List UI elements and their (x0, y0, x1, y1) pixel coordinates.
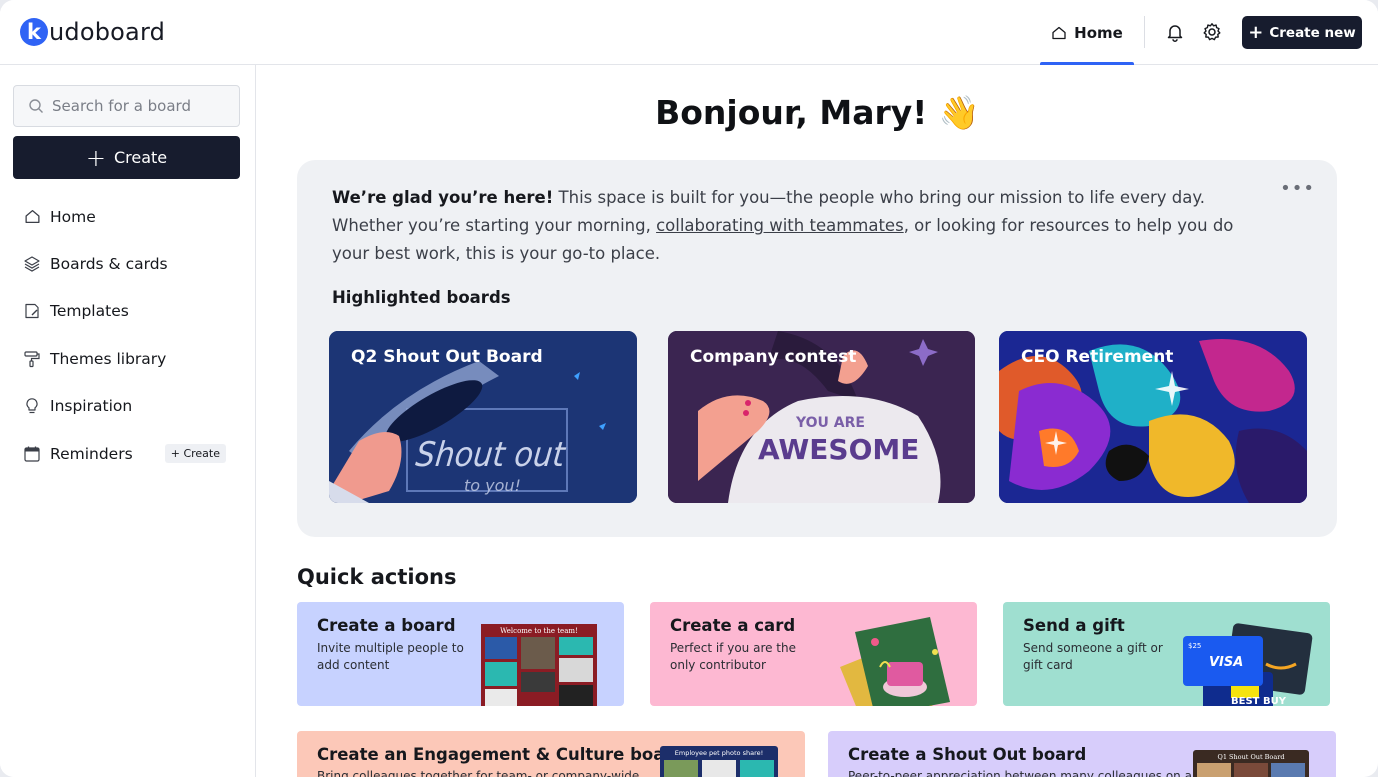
gear-icon (1203, 23, 1221, 41)
sidebar-create-label: Create (113, 148, 168, 167)
card-preview-art (840, 617, 950, 706)
lightbulb-icon (23, 397, 41, 415)
action-description: Perfect if you are the only contributor (670, 641, 796, 672)
create-card-action[interactable]: Create a card Perfect if you are the onl… (650, 602, 977, 706)
sidebar-item-boards-cards[interactable]: Boards & cards (13, 240, 240, 287)
house-icon (1052, 26, 1066, 39)
board-card-q2-shout-out[interactable]: Shout out to you! Q2 Shout Out Board (329, 331, 637, 503)
action-description: Peer-to-peer appreciation between many c… (848, 769, 1192, 777)
house-icon (23, 208, 41, 226)
divider (1144, 16, 1145, 48)
board-art-text: Shout out (414, 435, 568, 475)
board-art-subtext: YOU ARE (795, 415, 865, 431)
action-title: Create a card (670, 616, 796, 635)
sidebar-item-home[interactable]: Home (13, 193, 240, 240)
board-art-text: AWESOME (758, 433, 919, 466)
board-title: CEO Retirement (1021, 347, 1174, 367)
top-nav-home[interactable]: Home (1040, 0, 1134, 65)
action-description: Invite multiple people to add content (317, 641, 464, 672)
reminders-create-button[interactable]: + Create (164, 443, 226, 463)
kudoboard-logo[interactable]: k udoboard (20, 17, 165, 47)
highlighted-boards-title: Highlighted boards (332, 288, 511, 307)
page-title: Bonjour, Mary! 👋 (655, 93, 980, 132)
sidebar-item-reminders[interactable]: Reminders + Create (13, 430, 240, 477)
board-preview-caption: Welcome to the team! (500, 627, 578, 635)
search-box[interactable] (13, 85, 240, 127)
sidebar-item-templates[interactable]: Templates (13, 288, 240, 335)
board-preview-caption: Q1 Shout Out Board (1218, 753, 1285, 761)
board-title: Q2 Shout Out Board (351, 347, 543, 367)
gift-brand-label: BEST BUY (1231, 696, 1287, 706)
welcome-text: We’re glad you’re here! This space is bu… (332, 184, 1252, 268)
gift-cards-art: BEST BUY VISA $25 (1183, 623, 1313, 706)
action-title: Create a Shout Out board (848, 745, 1087, 764)
logo-badge: k (20, 18, 48, 46)
action-description: Send someone a gift or gift card (1023, 641, 1163, 672)
collaborating-link[interactable]: collaborating with teammates (656, 216, 904, 235)
bell-icon (1167, 25, 1183, 42)
sidebar-create-button[interactable]: + Create (13, 136, 240, 179)
board-preview-caption: Employee pet photo share! (675, 749, 763, 757)
quick-actions-title: Quick actions (297, 565, 457, 589)
search-input[interactable] (52, 97, 222, 115)
sidebar-item-label: Boards & cards (50, 255, 168, 274)
settings-button[interactable] (1200, 20, 1224, 44)
send-gift-action[interactable]: Send a gift Send someone a gift or gift … (1003, 602, 1330, 706)
action-title: Create an Engagement & Culture board (317, 745, 685, 764)
plus-icon: + (85, 143, 106, 172)
action-title: Create a board (317, 616, 456, 635)
sidebar-item-label: Templates (50, 302, 129, 321)
create-board-action[interactable]: Create a board Invite multiple people to… (297, 602, 624, 706)
sidebar-item-label: Inspiration (50, 397, 133, 416)
top-bar: k udoboard Home + Create new (0, 0, 1378, 65)
more-options-button[interactable]: ••• (1280, 178, 1315, 199)
action-description: Bring colleagues together for team- or c… (317, 769, 640, 777)
sidebar-item-label: Reminders (50, 444, 133, 463)
sidebar-item-inspiration[interactable]: Inspiration (13, 383, 240, 430)
sidebar-item-label: Themes library (50, 349, 167, 368)
create-new-label: Create new (1269, 24, 1356, 41)
sidebar-nav: Home Boards & cards Templates Themes lib… (13, 193, 240, 477)
main-content: Bonjour, Mary! 👋 ••• We’re glad you’re h… (257, 65, 1378, 777)
notifications-button[interactable] (1163, 20, 1187, 44)
board-art-subtext: to you! (464, 476, 521, 495)
create-engagement-board-action[interactable]: Create an Engagement & Culture board Bri… (297, 731, 805, 777)
action-title: Send a gift (1023, 616, 1125, 635)
board-card-ceo-retirement[interactable]: CEO Retirement (999, 331, 1307, 503)
app-window: k udoboard Home + Create new + Create (0, 0, 1378, 777)
paint-roller-icon (23, 350, 41, 368)
logo-text: udoboard (49, 18, 166, 46)
sidebar: + Create Home Boards & cards Templates T… (0, 65, 256, 777)
create-new-button[interactable]: + Create new (1242, 16, 1362, 49)
create-shout-out-board-action[interactable]: Create a Shout Out board Peer-to-peer ap… (828, 731, 1336, 777)
board-card-company-contest[interactable]: YOU ARE AWESOME Company contest (668, 331, 975, 503)
gift-visa-label: VISA (1209, 655, 1243, 670)
top-nav-home-label: Home (1074, 23, 1123, 42)
sidebar-item-label: Home (50, 207, 96, 226)
calendar-icon (23, 445, 41, 463)
engagement-board-preview-art: Employee pet photo share! (660, 746, 778, 777)
welcome-bold: We’re glad you’re here! (332, 188, 554, 207)
welcome-panel: ••• We’re glad you’re here! This space i… (297, 160, 1337, 537)
search-icon (29, 99, 43, 113)
sidebar-item-themes-library[interactable]: Themes library (13, 335, 240, 382)
layers-icon (23, 255, 41, 273)
board-title: Company contest (690, 347, 857, 367)
template-icon (23, 302, 41, 320)
gift-amount-label: $25 (1188, 642, 1201, 650)
shout-out-board-preview-art: Q1 Shout Out Board (1193, 750, 1309, 777)
board-preview-art: Welcome to the team! (481, 624, 597, 706)
plus-icon: + (1248, 21, 1264, 43)
